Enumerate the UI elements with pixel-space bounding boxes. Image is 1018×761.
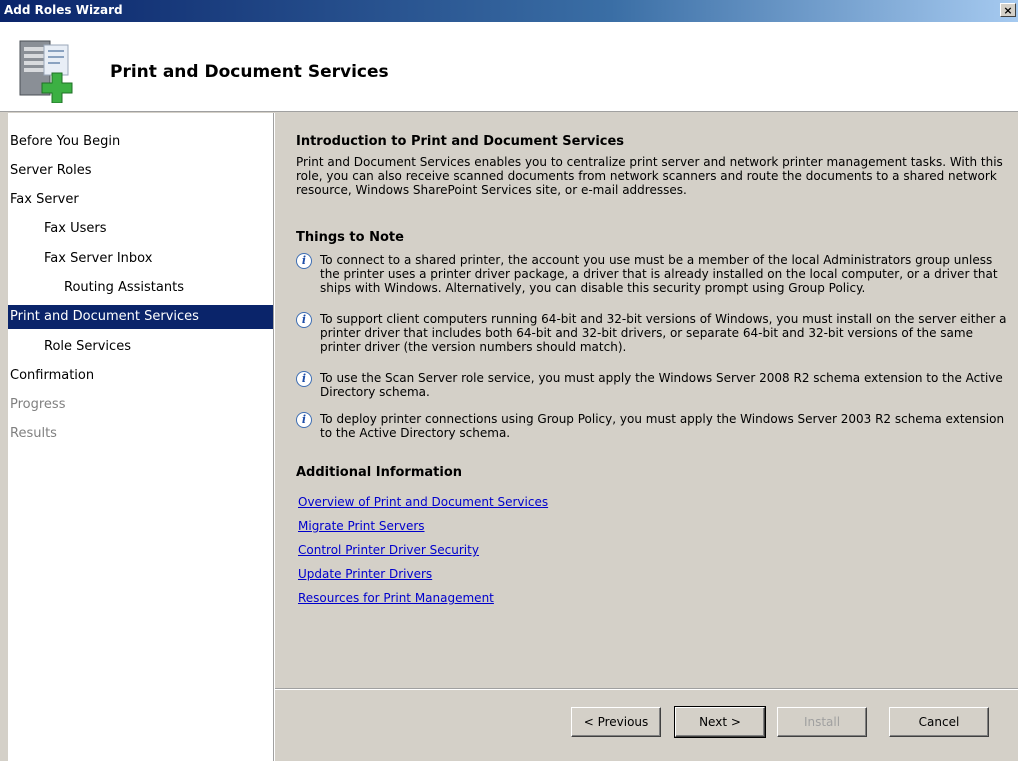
nav-item-results: Results — [10, 426, 57, 441]
nav-item-routing-assistants[interactable]: Routing Assistants — [8, 276, 273, 300]
close-button[interactable]: × — [1000, 3, 1016, 17]
intro-paragraph: Print and Document Services enables you … — [296, 155, 1003, 197]
link-control-printer-driver-security[interactable]: Control Printer Driver Security — [298, 543, 479, 557]
note-text: To use the Scan Server role service, you… — [320, 371, 1003, 399]
intro-heading: Introduction to Print and Document Servi… — [296, 134, 625, 149]
wizard-footer: < Previous Next > Install Cancel — [275, 690, 1018, 761]
note-text: To support client computers running 64-b… — [320, 312, 1007, 354]
title-bar: Add Roles Wizard × — [0, 0, 1018, 22]
info-icon: i — [296, 253, 312, 269]
nav-item-fax-server-inbox[interactable]: Fax Server Inbox — [8, 247, 273, 271]
link-migrate-print-servers[interactable]: Migrate Print Servers — [298, 519, 425, 533]
previous-button[interactable]: < Previous — [571, 707, 661, 737]
nav-item-fax-server[interactable]: Fax Server — [8, 188, 273, 212]
info-icon: i — [296, 312, 312, 328]
nav-item-print-and-document-services[interactable]: Print and Document Services — [8, 305, 273, 329]
link-resources-print-management[interactable]: Resources for Print Management — [298, 591, 494, 605]
nav-item-role-services[interactable]: Role Services — [8, 335, 273, 359]
cancel-button[interactable]: Cancel — [889, 707, 989, 737]
additional-info-heading: Additional Information — [296, 465, 463, 480]
server-add-icon — [19, 40, 73, 103]
info-icon: i — [296, 371, 312, 387]
nav-item-fax-users[interactable]: Fax Users — [8, 217, 273, 241]
nav-item-before-you-begin[interactable]: Before You Begin — [8, 130, 273, 154]
note-text: To connect to a shared printer, the acco… — [320, 253, 998, 295]
note-text: To deploy printer connections using Grou… — [320, 412, 1005, 440]
link-overview-print-document-services[interactable]: Overview of Print and Document Services — [298, 495, 548, 509]
page-title: Print and Document Services — [110, 62, 389, 82]
nav-item-confirmation[interactable]: Confirmation — [8, 364, 273, 388]
link-update-printer-drivers[interactable]: Update Printer Drivers — [298, 567, 432, 581]
wizard-steps-nav: Before You Begin Server Roles Fax Server… — [8, 113, 273, 761]
nav-item-server-roles[interactable]: Server Roles — [8, 159, 273, 183]
info-icon: i — [296, 412, 312, 428]
next-button[interactable]: Next > — [674, 706, 766, 738]
wizard-header: Print and Document Services — [0, 22, 1018, 112]
nav-item-progress: Progress — [10, 397, 66, 412]
install-button: Install — [777, 707, 867, 737]
main-content: Introduction to Print and Document Servi… — [275, 113, 1018, 688]
window-title: Add Roles Wizard — [4, 3, 123, 17]
notes-heading: Things to Note — [296, 230, 404, 245]
